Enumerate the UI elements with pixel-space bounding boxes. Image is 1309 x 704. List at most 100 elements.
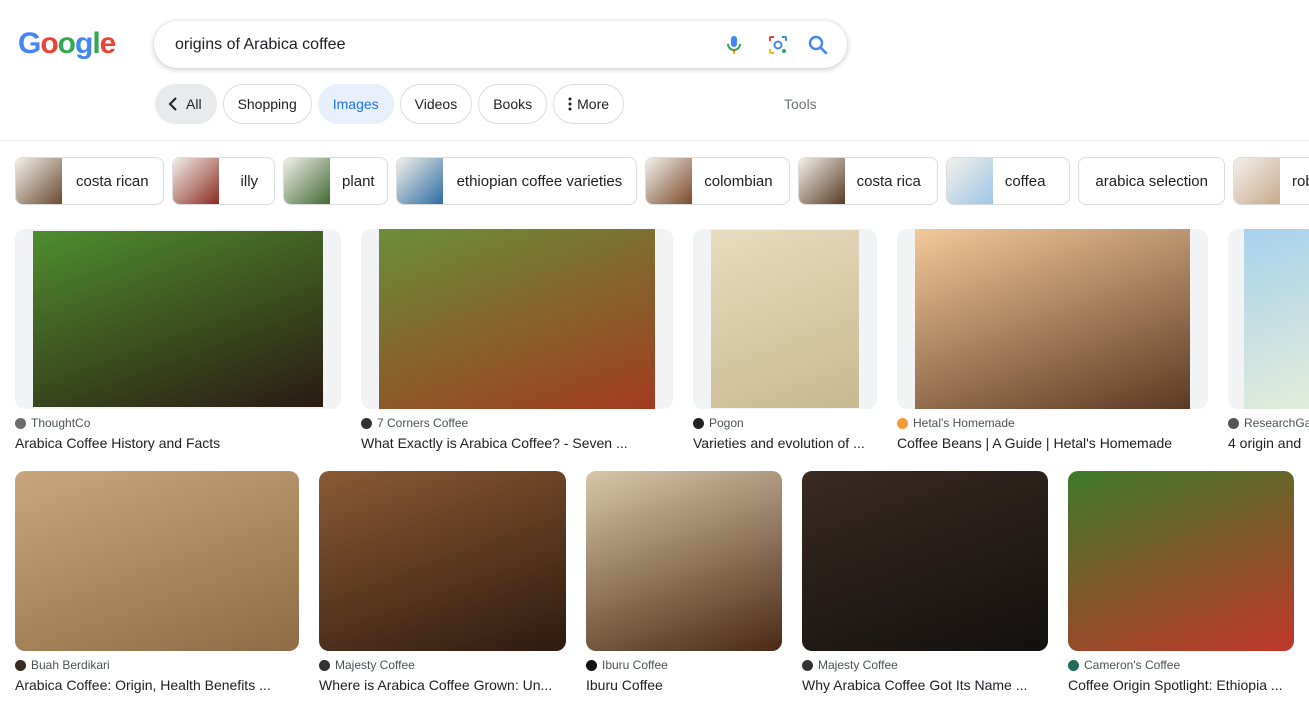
chip-label: ethiopian coffee varieties bbox=[456, 172, 623, 190]
thumbnail-image bbox=[319, 471, 566, 651]
image-result[interactable]: Iburu Coffee Iburu Coffee bbox=[586, 471, 782, 693]
chip-label: arabica selection bbox=[1095, 172, 1208, 190]
thumbnail-image bbox=[1244, 229, 1309, 409]
chip-thumbnail bbox=[16, 158, 62, 204]
chip-label: plant bbox=[342, 172, 375, 190]
thumbnail-frame bbox=[693, 229, 877, 409]
thumbnail-frame bbox=[361, 229, 673, 409]
result-title[interactable]: 4 origin and bbox=[1228, 435, 1309, 451]
thumbnail-image bbox=[1068, 471, 1294, 651]
chip-coffea[interactable]: coffea bbox=[945, 157, 1071, 205]
tab-images[interactable]: Images bbox=[317, 84, 394, 124]
header-divider bbox=[0, 140, 1309, 141]
result-source: Iburu Coffee bbox=[586, 658, 782, 672]
thumbnail-frame bbox=[586, 471, 782, 651]
tools-button[interactable]: Tools bbox=[784, 96, 817, 112]
image-result[interactable]: ThoughtCo Arabica Coffee History and Fac… bbox=[15, 229, 341, 451]
chip-thumbnail bbox=[396, 158, 443, 204]
chip-arabica-selection[interactable]: arabica selection bbox=[1078, 157, 1225, 205]
chip-illy[interactable]: illy bbox=[171, 157, 276, 205]
tab-more[interactable]: More bbox=[553, 84, 625, 124]
search-box bbox=[154, 21, 847, 68]
image-result[interactable]: 7 Corners Coffee What Exactly is Arabica… bbox=[361, 229, 673, 451]
result-title[interactable]: What Exactly is Arabica Coffee? - Seven … bbox=[361, 435, 673, 451]
result-title[interactable]: Coffee Origin Spotlight: Ethiopia ... bbox=[1068, 677, 1294, 693]
result-source: ResearchGa bbox=[1228, 416, 1309, 430]
search-input[interactable] bbox=[175, 34, 695, 56]
chip-label: robu bbox=[1292, 172, 1309, 190]
tab-videos[interactable]: Videos bbox=[399, 84, 473, 124]
favicon-icon bbox=[1228, 417, 1239, 429]
thumbnail-frame bbox=[319, 471, 566, 651]
chip-robu[interactable]: robu bbox=[1233, 157, 1309, 205]
chip-label: costa rica bbox=[856, 172, 921, 190]
thumbnail-image bbox=[379, 229, 655, 409]
thumbnail-image bbox=[711, 230, 859, 408]
source-name: Hetal's Homemade bbox=[913, 416, 1015, 430]
chip-costa-rican[interactable]: costa rican bbox=[15, 157, 164, 205]
tab-all[interactable]: All bbox=[155, 84, 217, 124]
source-name: ThoughtCo bbox=[31, 416, 91, 430]
favicon-icon bbox=[361, 417, 372, 429]
filter-tabs: All Shopping Images Videos Books More bbox=[155, 84, 625, 124]
chip-thumbnail bbox=[172, 158, 219, 204]
result-title[interactable]: Why Arabica Coffee Got Its Name ... bbox=[802, 677, 1048, 693]
google-logo[interactable]: Google bbox=[18, 27, 117, 61]
thumbnail-image bbox=[915, 229, 1190, 409]
source-name: 7 Corners Coffee bbox=[377, 416, 469, 430]
result-title[interactable]: Arabica Coffee History and Facts bbox=[15, 435, 341, 451]
source-name: Iburu Coffee bbox=[602, 658, 668, 672]
favicon-icon bbox=[1068, 659, 1079, 671]
image-result[interactable]: ResearchGa 4 origin and bbox=[1228, 229, 1309, 451]
thumbnail-image bbox=[33, 231, 323, 407]
tab-label: Shopping bbox=[237, 96, 297, 112]
favicon-icon bbox=[319, 659, 330, 671]
lens-icon[interactable] bbox=[766, 33, 790, 57]
tab-label: Books bbox=[493, 96, 533, 112]
search-icon[interactable] bbox=[806, 33, 830, 57]
source-name: Pogon bbox=[709, 416, 744, 430]
result-title[interactable]: Iburu Coffee bbox=[586, 677, 782, 693]
chip-thumbnail bbox=[284, 158, 331, 204]
thumbnail-frame bbox=[15, 229, 341, 409]
thumbnail-image bbox=[586, 471, 782, 651]
image-result[interactable]: Cameron's Coffee Coffee Origin Spotlight… bbox=[1068, 471, 1294, 693]
result-title[interactable]: Where is Arabica Coffee Grown: Un... bbox=[319, 677, 566, 693]
chip-costa-rica[interactable]: costa rica bbox=[797, 157, 938, 205]
logo-letter: o bbox=[57, 27, 76, 60]
tab-shopping[interactable]: Shopping bbox=[222, 84, 312, 124]
image-result[interactable]: Majesty Coffee Where is Arabica Coffee G… bbox=[319, 471, 566, 693]
result-source: Cameron's Coffee bbox=[1068, 658, 1294, 672]
chip-thumbnail bbox=[646, 158, 693, 204]
logo-letter: g bbox=[75, 27, 93, 60]
microphone-icon[interactable] bbox=[722, 33, 746, 57]
result-title[interactable]: Arabica Coffee: Origin, Health Benefits … bbox=[15, 677, 299, 693]
result-title[interactable]: Coffee Beans | A Guide | Hetal's Homemad… bbox=[897, 435, 1208, 451]
tab-label: More bbox=[577, 96, 610, 112]
chip-ethiopian-coffee-varieties[interactable]: ethiopian coffee varieties bbox=[395, 157, 638, 205]
image-result[interactable]: Majesty Coffee Why Arabica Coffee Got It… bbox=[802, 471, 1048, 693]
favicon-icon bbox=[693, 417, 704, 429]
logo-letter: e bbox=[99, 27, 117, 60]
thumbnail-frame bbox=[15, 471, 299, 651]
favicon-icon bbox=[802, 659, 813, 671]
favicon-icon bbox=[897, 417, 908, 429]
chip-plant[interactable]: plant bbox=[283, 157, 388, 205]
tab-label: All bbox=[186, 96, 202, 112]
chip-colombian[interactable]: colombian bbox=[645, 157, 790, 205]
chip-thumbnail bbox=[798, 158, 845, 204]
image-result[interactable]: Hetal's Homemade Coffee Beans | A Guide … bbox=[897, 229, 1208, 451]
result-source: 7 Corners Coffee bbox=[361, 416, 673, 430]
thumbnail-image bbox=[15, 471, 299, 651]
favicon-icon bbox=[586, 659, 597, 671]
image-result[interactable]: Buah Berdikari Arabica Coffee: Origin, H… bbox=[15, 471, 299, 693]
result-title[interactable]: Varieties and evolution of ... bbox=[693, 435, 877, 451]
result-source: Hetal's Homemade bbox=[897, 416, 1208, 430]
image-result[interactable]: Pogon Varieties and evolution of ... bbox=[693, 229, 877, 451]
chip-label: colombian bbox=[704, 172, 773, 190]
source-name: Majesty Coffee bbox=[818, 658, 898, 672]
logo-letter: o bbox=[40, 27, 58, 60]
thumbnail-frame bbox=[1068, 471, 1294, 651]
tab-books[interactable]: Books bbox=[478, 84, 548, 124]
logo-letter: G bbox=[18, 27, 41, 60]
